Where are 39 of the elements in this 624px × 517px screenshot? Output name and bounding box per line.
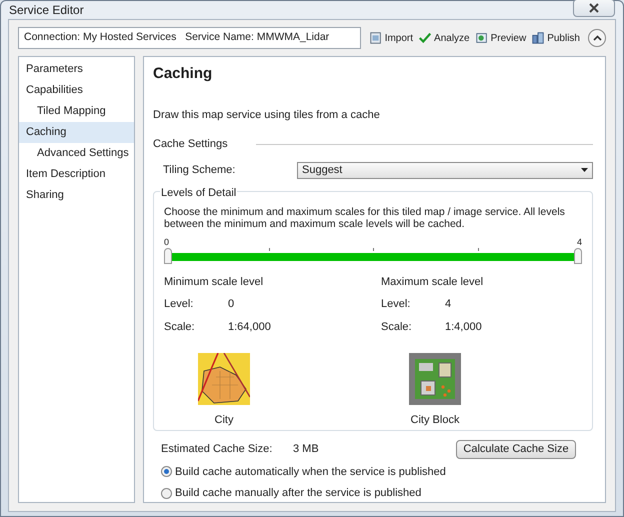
sidebar-item[interactable]: Item Description — [19, 164, 134, 185]
field-label: Scale: — [164, 320, 196, 334]
panel-title: Caching — [153, 64, 214, 84]
scale-heading: Minimum scale level — [164, 274, 264, 290]
sidebar-item[interactable]: Caching — [19, 122, 134, 143]
sidebar-item[interactable]: Parameters — [19, 59, 134, 80]
field-label: Scale: — [381, 320, 413, 334]
field-label: Level: — [381, 297, 412, 312]
radio-option[interactable]: Build cache automatically when the service is published — [161, 464, 593, 480]
scale-heading: Maximum scale level — [381, 274, 484, 290]
tiling-scheme-dropdown[interactable]: Suggest — [297, 162, 593, 178]
scale-value: 1:64,000 — [228, 320, 271, 334]
sidebar-item[interactable]: Capabilities — [19, 80, 134, 101]
scale-slider[interactable]: 0 4 — [164, 236, 582, 268]
radio-option[interactable]: Build cache manually after the service is published — [161, 485, 593, 502]
section-heading: Cache Settings — [153, 137, 228, 152]
tick-label: 0 — [164, 236, 170, 248]
connection-info: Connection: My Hosted Services Service Name: MMWMA_Lidar — [18, 27, 361, 49]
field-label: Estimated Cache Size: — [161, 442, 274, 457]
scale-value: 1:4,000 — [445, 320, 482, 334]
map-caption: City — [214, 413, 234, 428]
level-value: 0 — [228, 297, 234, 312]
field-label: Level: — [164, 297, 194, 312]
level-value: 4 — [445, 297, 452, 312]
map-caption: City Block — [410, 413, 460, 428]
sidebar-item[interactable]: Sharing — [19, 185, 134, 206]
calculate-button[interactable]: Calculate Cache Size — [456, 440, 576, 458]
toolbar-button[interactable]: Publish — [531, 30, 580, 46]
toolbar-button[interactable]: Analyze — [418, 30, 470, 46]
sidebar-item[interactable]: Advanced Settings — [19, 143, 134, 164]
window-title: Service Editor — [9, 2, 84, 19]
description-text: Draw this map service using tiles from a cache — [153, 108, 381, 122]
field-label: Tiling Scheme: — [163, 162, 236, 178]
cache-size-value: 3 MB — [293, 442, 319, 457]
tick-label: 4 — [576, 236, 582, 248]
sidebar-item[interactable]: Tiled Mapping — [19, 101, 134, 122]
toolbar-button[interactable]: Preview — [474, 30, 526, 46]
instruction-text: Choose the minimum and maximum scales for this tiled map / image service. All levels between the minimum and maximum scale levels will be cached. — [164, 206, 566, 230]
toolbar-button[interactable]: Import — [368, 30, 414, 46]
